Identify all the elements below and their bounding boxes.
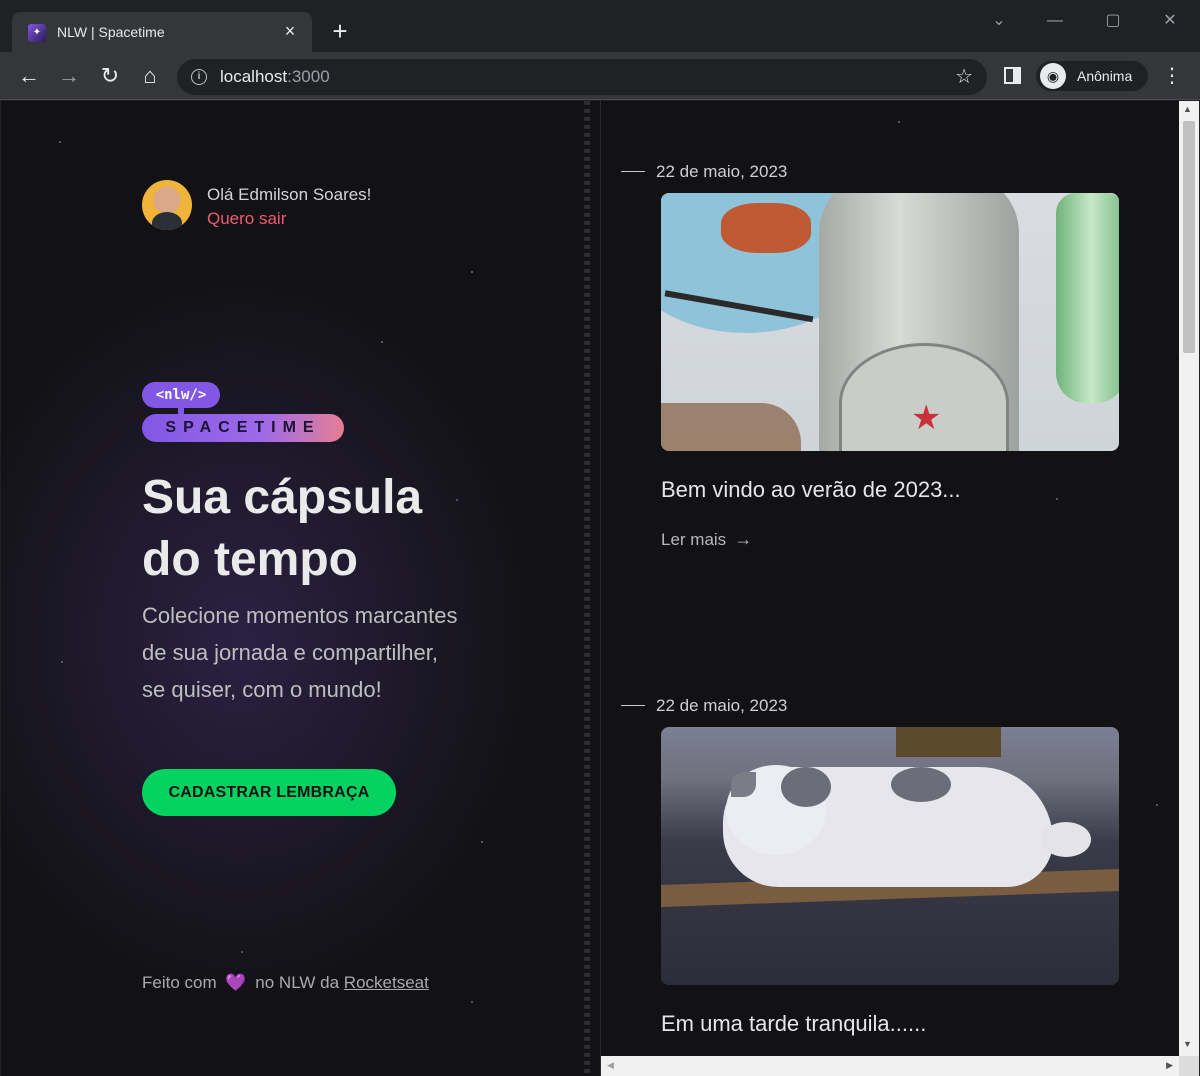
memory-caption: Bem vindo ao verão de 2023... xyxy=(661,477,961,502)
create-memory-button[interactable]: CADASTRAR LEMBRAÇA xyxy=(142,769,396,816)
memory-date: 22 de maio, 2023 xyxy=(656,696,788,715)
star-dot xyxy=(241,951,243,953)
date-line xyxy=(621,171,645,172)
profile-button[interactable]: ◉ Anônima xyxy=(1036,61,1148,91)
stripes-decoration xyxy=(584,101,590,1076)
star-dot xyxy=(381,341,383,343)
scroll-down-icon[interactable]: ▼ xyxy=(1183,1039,1192,1049)
logo-spacetime: SPACETIME xyxy=(142,414,344,442)
favicon-icon: ✦ xyxy=(28,24,46,42)
star-dot xyxy=(481,841,483,843)
footer-middle: no NLW da xyxy=(255,973,340,992)
url-port: :3000 xyxy=(287,67,330,86)
url-text: localhost:3000 xyxy=(220,67,330,87)
browser-tab[interactable]: ✦ NLW | Spacetime × xyxy=(12,12,312,52)
star-dot xyxy=(59,141,61,143)
page-title: Sua cápsula do tempo xyxy=(142,471,423,586)
url-host: localhost xyxy=(220,67,288,86)
scroll-up-icon[interactable]: ▲ xyxy=(1183,104,1192,114)
memory-photo: ★ xyxy=(661,193,1119,451)
scrollbar-corner xyxy=(1179,1056,1199,1076)
star-icon[interactable]: ☆ xyxy=(955,64,973,89)
forward-icon[interactable]: → xyxy=(54,61,84,91)
memories-feed: 22 de maio, 2023 ★ Bem vindo ao verão de… xyxy=(601,101,1179,1056)
new-tab-button[interactable]: + xyxy=(326,18,354,46)
avatar xyxy=(142,180,192,230)
read-more-label: Ler mais xyxy=(661,530,727,549)
heart-icon: 💜 xyxy=(225,973,247,992)
profile-label: Anônima xyxy=(1077,68,1133,84)
star-dot xyxy=(61,661,63,663)
tab-title: NLW | Spacetime xyxy=(57,24,165,40)
star-dot xyxy=(471,271,473,273)
maximize-icon[interactable]: ▢ xyxy=(1100,8,1126,34)
info-icon[interactable]: i xyxy=(191,69,207,85)
date-line xyxy=(621,705,645,706)
horizontal-scrollbar[interactable]: ◀ ▶ xyxy=(601,1056,1179,1076)
hero-panel: Olá Edmilson Soares! Quero sair <nlw/> S… xyxy=(1,101,601,1076)
arrow-right-icon: → xyxy=(734,529,753,549)
star-dot xyxy=(898,121,900,123)
rocketseat-link[interactable]: Rocketseat xyxy=(344,973,429,992)
scroll-right-icon[interactable]: ▶ xyxy=(1166,1060,1173,1071)
close-tab-icon[interactable]: × xyxy=(280,21,300,41)
memory-date: 22 de maio, 2023 xyxy=(656,162,788,181)
nlw-spacetime-logo: <nlw/> SPACETIME xyxy=(142,382,344,442)
back-icon[interactable]: ← xyxy=(14,61,44,91)
vertical-scrollbar[interactable]: ▲ ▼ xyxy=(1179,101,1199,1056)
page-viewport: Olá Edmilson Soares! Quero sair <nlw/> S… xyxy=(1,101,1199,1076)
address-bar[interactable]: i localhost:3000 ☆ xyxy=(177,59,987,95)
scroll-thumb[interactable] xyxy=(1183,121,1195,353)
home-icon[interactable]: ⌂ xyxy=(135,61,165,91)
logo-nlw: <nlw/> xyxy=(142,382,220,408)
tab-search-icon[interactable]: ⌄ xyxy=(986,8,1012,34)
hero-description: Colecione momentos marcantes de sua jorn… xyxy=(142,603,458,702)
footer-prefix: Feito com xyxy=(142,973,217,992)
side-panel-icon[interactable] xyxy=(1004,67,1021,84)
scroll-left-icon[interactable]: ◀ xyxy=(607,1060,614,1071)
footer: Feito com 💜 no NLW da Rocketseat xyxy=(142,971,429,995)
logout-link[interactable]: Quero sair xyxy=(207,207,407,231)
incognito-icon: ◉ xyxy=(1040,63,1066,89)
minimize-icon[interactable]: — xyxy=(1042,8,1068,34)
read-more-link[interactable]: Ler mais → xyxy=(661,527,752,552)
user-greeting: Olá Edmilson Soares! xyxy=(207,185,372,204)
close-window-icon[interactable]: ✕ xyxy=(1157,8,1183,34)
browser-titlebar: ✦ NLW | Spacetime × + ⌄ — ▢ ✕ xyxy=(0,0,1200,52)
star-dot xyxy=(1156,804,1158,806)
menu-icon[interactable]: ⋮ xyxy=(1160,64,1184,90)
memory-caption: Em uma tarde tranquila...... xyxy=(661,1011,927,1036)
reload-icon[interactable]: ↻ xyxy=(95,61,125,91)
memory-photo xyxy=(661,727,1119,985)
star-dot xyxy=(471,1001,473,1003)
